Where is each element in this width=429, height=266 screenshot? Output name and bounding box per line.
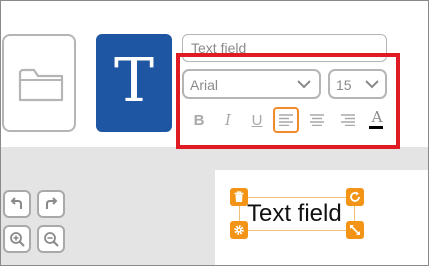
resize-handle[interactable] xyxy=(346,221,364,239)
canvas-text-element[interactable]: Text field xyxy=(247,199,342,229)
font-size-select[interactable]: 15 xyxy=(328,69,387,99)
font-size-value: 15 xyxy=(336,77,352,93)
chevron-down-icon xyxy=(365,80,379,89)
font-family-select[interactable]: Arial xyxy=(182,69,321,99)
font-family-value: Arial xyxy=(190,77,219,93)
align-center-button[interactable] xyxy=(304,107,330,133)
rotate-icon xyxy=(350,191,360,202)
italic-button[interactable]: I xyxy=(215,107,241,133)
text-color-button[interactable]: A xyxy=(364,107,390,133)
resize-icon xyxy=(350,225,360,235)
undo-icon xyxy=(10,197,22,209)
text-color-label: A xyxy=(371,108,383,126)
text-tool-glyph: T xyxy=(113,46,155,116)
redo-icon xyxy=(46,197,58,209)
align-center-icon xyxy=(310,114,324,126)
undo-button[interactable] xyxy=(3,190,31,218)
settings-handle[interactable] xyxy=(230,221,248,239)
zoom-out-icon xyxy=(44,232,59,247)
trash-icon xyxy=(234,191,244,202)
align-left-icon xyxy=(279,114,293,126)
image-tool-button[interactable] xyxy=(2,34,76,132)
delete-handle[interactable] xyxy=(230,188,248,206)
underline-label: U xyxy=(251,111,263,129)
text-content-input[interactable] xyxy=(182,34,387,62)
align-right-button[interactable] xyxy=(335,107,361,133)
redo-button[interactable] xyxy=(37,190,65,218)
zoom-out-button[interactable] xyxy=(37,225,65,253)
rotate-handle[interactable] xyxy=(346,188,364,206)
text-color-swatch xyxy=(369,126,383,129)
chevron-down-icon xyxy=(297,80,311,89)
zoom-in-icon xyxy=(10,232,25,247)
italic-label: I xyxy=(225,111,231,129)
bold-button[interactable]: B xyxy=(186,107,212,133)
align-left-button[interactable] xyxy=(273,107,299,133)
gear-icon xyxy=(234,225,244,235)
zoom-in-button[interactable] xyxy=(3,225,31,253)
align-right-icon xyxy=(341,114,355,126)
bold-label: B xyxy=(193,111,205,129)
text-tool-button[interactable]: T xyxy=(96,34,172,132)
folder-icon xyxy=(18,68,64,102)
underline-button[interactable]: U xyxy=(244,107,270,133)
